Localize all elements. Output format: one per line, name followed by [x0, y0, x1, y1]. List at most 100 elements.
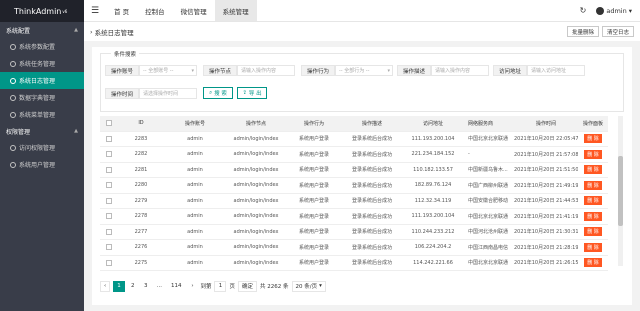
export-icon: ⇪ — [242, 90, 247, 96]
row-checkbox[interactable] — [106, 213, 112, 220]
cell-isp: 中国江西南昌电信 — [468, 244, 509, 251]
action-select[interactable]: -- 全部行为 -- ▾ — [335, 65, 393, 76]
col-desc: 操作描述 — [361, 120, 382, 127]
page-ellipsis: ... — [153, 280, 165, 292]
tab-console[interactable]: 控制台 — [137, 0, 173, 21]
table-row[interactable]: 2278 admin admin/login/index 系统用户登录 登录系统后台成功… — [100, 209, 608, 225]
refresh-icon[interactable]: ↻ — [580, 6, 587, 15]
cell-id: 2282 — [134, 151, 148, 158]
log-icon — [10, 77, 16, 84]
select-all-checkbox[interactable] — [106, 120, 112, 127]
field-label-desc: 操作描述 — [397, 65, 431, 76]
ip-input[interactable]: 请输入访问地址 — [527, 65, 585, 76]
delete-button[interactable]: 删 除 — [584, 258, 602, 268]
cell-ip: 111.193.200.104 — [411, 213, 455, 220]
row-checkbox[interactable] — [106, 182, 112, 189]
desc-input[interactable]: 请输入操作内容 — [431, 65, 489, 76]
brand-logo[interactable]: ThinkAdmin v6 — [0, 0, 84, 22]
cell-action: 系统用户登录 — [298, 167, 329, 174]
col-time[interactable]: 操作时间 — [514, 120, 578, 127]
cell-id: 2277 — [134, 228, 148, 235]
cell-desc: 登录系统后台成功 — [351, 182, 392, 189]
delete-button[interactable]: 删 除 — [584, 165, 602, 175]
scroll-thumb[interactable] — [618, 156, 623, 226]
table-row[interactable]: 2282 admin admin/login/index 系统用户登录 登录系统后台成功… — [100, 147, 608, 163]
page-3[interactable]: 3 — [140, 280, 151, 292]
cell-isp: - — [468, 151, 470, 158]
row-checkbox[interactable] — [106, 166, 112, 173]
field-label-action: 操作行为 — [301, 65, 335, 76]
tab-wechat[interactable]: 微信管理 — [173, 0, 215, 21]
row-checkbox[interactable] — [106, 135, 112, 142]
goto-page-input[interactable]: 1 — [214, 280, 227, 292]
page-title: 系统日志管理 — [94, 28, 134, 37]
table-row[interactable]: 2283 admin admin/login/index 系统用户登录 登录系统后台成功… — [100, 132, 608, 147]
prev-page-button[interactable]: ‹ — [100, 280, 111, 292]
batch-delete-button[interactable]: 批量删除 — [566, 26, 599, 37]
sidebar-item-access[interactable]: 访问权限管理 — [0, 139, 84, 156]
next-page-button[interactable]: › — [187, 280, 198, 292]
row-checkbox[interactable] — [106, 197, 112, 204]
row-checkbox[interactable] — [106, 151, 112, 158]
cell-time: 2021年10月20日 21:41:19 — [514, 213, 578, 220]
time-picker[interactable]: 请选择操作时间 — [139, 88, 197, 99]
cell-time: 2021年10月20日 21:51:50 — [514, 167, 578, 174]
page-2[interactable]: 2 — [127, 280, 138, 292]
col-id[interactable]: ID — [118, 120, 164, 126]
delete-button[interactable]: 删 除 — [584, 180, 602, 190]
table-row[interactable]: 2276 admin admin/login/index 系统用户登录 登录系统后台成功… — [100, 240, 608, 256]
table-row[interactable]: 2281 admin admin/login/index 系统用户登录 登录系统后台成功… — [100, 163, 608, 178]
sidebar-item-system-menu[interactable]: 系统菜单管理 — [0, 106, 84, 123]
cell-id: 2275 — [134, 259, 148, 266]
hamburger-icon[interactable]: ☰ — [84, 0, 106, 21]
sidebar-item-system-logs[interactable]: 系统日志管理 — [0, 72, 84, 89]
delete-button[interactable]: 删 除 — [584, 149, 602, 159]
cell-action: 系统用户登录 — [298, 198, 329, 205]
table-scrollbar[interactable] — [618, 116, 623, 266]
user-menu[interactable]: admin ▾ — [596, 6, 632, 15]
pagination: ‹ 1 2 3 ... 114 › 到第 1 页 确定 共 2262 条 20 … — [100, 280, 326, 292]
delete-button[interactable]: 删 除 — [584, 242, 602, 252]
row-checkbox[interactable] — [106, 228, 112, 235]
row-checkbox[interactable] — [106, 244, 112, 251]
cell-isp: 中国北京北京联通 — [468, 260, 509, 267]
sidebar-item-data-dict[interactable]: 数据字典管理 — [0, 89, 84, 106]
user-select[interactable]: -- 全部账号 -- ▾ — [139, 65, 197, 76]
cell-action: 系统用户登录 — [298, 151, 329, 158]
sidebar-item-system-params[interactable]: 系统参数配置 — [0, 38, 84, 55]
user-icon — [10, 161, 16, 168]
cell-isp: 中国北京北京联通 — [468, 213, 509, 220]
cell-desc: 登录系统后台成功 — [351, 198, 392, 205]
table-row[interactable]: 2277 admin admin/login/index 系统用户登录 登录系统后台成功… — [100, 225, 608, 240]
cell-ip: 221.234.184.152 — [411, 151, 455, 158]
node-input[interactable]: 请输入操作内容 — [237, 65, 295, 76]
delete-button[interactable]: 删 除 — [584, 196, 602, 206]
sidebar-item-system-tasks[interactable]: 系统任务管理 — [0, 55, 84, 72]
delete-button[interactable]: 删 除 — [584, 211, 602, 221]
clear-log-button[interactable]: 清空日志 — [601, 26, 634, 37]
export-button[interactable]: ⇪ 导 出 — [237, 87, 267, 99]
cell-node: admin/login/index — [233, 259, 279, 266]
table-row[interactable]: 2279 admin admin/login/index 系统用户登录 登录系统后台成功… — [100, 194, 608, 209]
tab-home[interactable]: 首 页 — [106, 0, 137, 21]
delete-button[interactable]: 删 除 — [584, 134, 602, 144]
task-icon — [10, 60, 16, 67]
sidebar-group-system-config[interactable]: 系统配置 ▲ — [0, 22, 84, 38]
search-button[interactable]: ⌕ 搜 索 — [203, 87, 233, 99]
field-label-ip: 访问地址 — [493, 65, 527, 76]
goto-confirm-button[interactable]: 确定 — [237, 280, 257, 292]
row-checkbox[interactable] — [106, 259, 112, 266]
cell-ip: 112.32.34.119 — [414, 197, 452, 204]
table-row[interactable]: 2280 admin admin/login/index 系统用户登录 登录系统后台成功… — [100, 178, 608, 194]
chevron-down-icon: ▾ — [628, 6, 632, 15]
sidebar-group-permissions[interactable]: 权限管理 ▲ — [0, 123, 84, 139]
per-page-select[interactable]: 20 条/页 ▾ — [291, 280, 326, 292]
table-row[interactable]: 2275 admin admin/login/index 系统用户登录 登录系统后台成功… — [100, 256, 608, 271]
cell-time: 2021年10月20日 21:30:31 — [514, 229, 578, 236]
field-label-time: 操作时间 — [105, 88, 139, 99]
page-last[interactable]: 114 — [167, 280, 185, 292]
sidebar-item-users[interactable]: 系统用户管理 — [0, 156, 84, 173]
page-1[interactable]: 1 — [113, 280, 125, 292]
tab-system[interactable]: 系统管理 — [214, 0, 257, 21]
delete-button[interactable]: 删 除 — [584, 227, 602, 237]
